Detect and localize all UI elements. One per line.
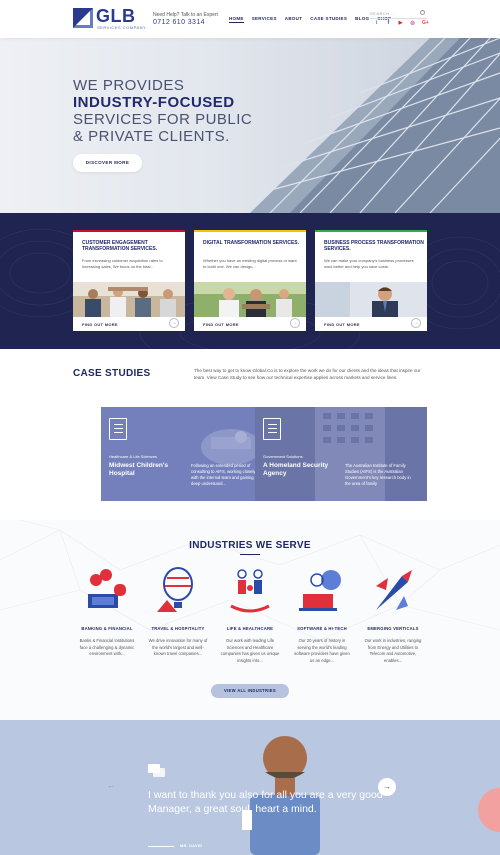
nav-case-studies[interactable]: CASE STUDIES: [310, 16, 347, 23]
industry-title: LIFE & HEALTHCARE: [226, 626, 274, 631]
industry-travel[interactable]: TRAVEL & HOSPITALITY We drive innovation…: [148, 566, 208, 658]
card-accent-bar: [194, 230, 306, 232]
card-image-meeting: [194, 282, 306, 317]
card-title: CUSTOMER ENGAGEMENT TRANSFORMATION SERVI…: [82, 240, 158, 252]
industry-desc: We drive innovation for many of the worl…: [148, 638, 208, 656]
logo-icon[interactable]: [73, 8, 93, 28]
industries-title: INDUSTRIES WE SERVE: [189, 540, 311, 551]
nav-about[interactable]: ABOUT: [285, 16, 303, 23]
card-title: DIGITAL TRANSFORMATION SERVICES.: [203, 240, 300, 246]
arrow-right-icon[interactable]: →: [169, 318, 179, 328]
industry-healthcare[interactable]: LIFE & HEALTHCARE Our work with leading …: [220, 566, 280, 664]
help-text: Need Help? Talk to an Expert: [153, 12, 218, 18]
card-title: BUSINESS PROCESS TRANSFORMATION SERVICES…: [324, 240, 424, 252]
google-plus-icon[interactable]: G+: [422, 21, 429, 26]
logo-subtitle: SERVICES COMPANY: [97, 25, 147, 30]
twitter-icon[interactable]: t: [374, 21, 379, 26]
industry-title: EMERGING VERTICALS: [367, 626, 419, 631]
hero-line-3: SERVICES FOR PUBLIC: [73, 111, 253, 128]
service-card-customer[interactable]: CUSTOMER ENGAGEMENT TRANSFORMATION SERVI…: [73, 230, 185, 331]
title-underline: [240, 554, 260, 555]
service-card-business[interactable]: BUSINESS PROCESS TRANSFORMATION SERVICES…: [315, 230, 427, 331]
document-icon: [109, 418, 127, 440]
case-study-name: Midwest Children's Hospital: [109, 462, 168, 477]
arrow-right-icon[interactable]: →: [378, 778, 396, 796]
case-study-tag: Healthcare & Life Sciences: [109, 454, 158, 459]
hero-banner: WE PROVIDES INDUSTRY-FOCUSED SERVICES FO…: [0, 38, 500, 213]
view-all-industries-button[interactable]: VIEW ALL INDUSTRIES: [211, 684, 289, 698]
rocket-icon: [368, 566, 418, 616]
card-description: From increasing customer acquisition rat…: [82, 258, 163, 269]
card-image-businessman: [315, 282, 427, 317]
case-study-desc: Following an extended period of consulti…: [191, 463, 258, 486]
youtube-icon[interactable]: ▶: [398, 21, 403, 26]
testimonial-quote: I want to thank you also for all you are…: [148, 789, 383, 815]
case-studies-description: The best way to get to know Global.Co is…: [194, 368, 421, 380]
case-study-name: A Homeland Security Agency: [263, 462, 329, 477]
hero-line-1: WE PROVIDES: [73, 77, 185, 94]
industry-title: TRAVEL & HOSPITALITY: [151, 626, 205, 631]
quote-icon: [148, 764, 165, 777]
logo-text[interactable]: GLB: [96, 6, 136, 27]
card-accent-bar: [73, 230, 185, 232]
find-out-more-link[interactable]: FIND OUT MORE: [82, 322, 118, 327]
industry-banking[interactable]: BANKING & FINANCIAL Banks & Financial In…: [77, 566, 137, 658]
industry-desc: Our 20 years of history in serving the w…: [294, 638, 350, 663]
industry-desc: Banks & Financial Institutions face a ch…: [79, 638, 135, 656]
family-icon: [225, 566, 275, 616]
card-accent-bar: [315, 230, 427, 232]
search-placeholder: SEARCH ...: [370, 11, 397, 16]
find-out-more-link[interactable]: FIND OUT MORE: [324, 322, 360, 327]
industry-emerging[interactable]: EMERGING VERTICALS Our work in industrie…: [363, 566, 423, 664]
developer-icon: [297, 566, 347, 616]
name-divider: [148, 846, 174, 847]
arrow-right-icon[interactable]: →: [290, 318, 300, 328]
social-links: t f ▶ ◎ G+: [374, 21, 429, 26]
nav-services[interactable]: SERVICES: [252, 16, 277, 23]
testimonial-author: MR. DAVID: [180, 844, 203, 848]
industry-title: BANKING & FINANCIAL: [81, 626, 133, 631]
industry-desc: Our work with leading Life Sciences and …: [220, 638, 280, 663]
case-study-desc: The Australian Institute of Family Studi…: [345, 463, 411, 486]
card-image-team: [73, 282, 185, 317]
document-icon: [263, 418, 281, 440]
industry-software[interactable]: SOFTWARE & HI-TECH Our 20 years of histo…: [292, 566, 352, 664]
arrow-left-icon[interactable]: ←: [107, 781, 115, 790]
search-icon[interactable]: [420, 10, 425, 15]
instagram-icon[interactable]: ◎: [410, 21, 415, 26]
case-study-card-homeland[interactable]: Government Solutions A Homeland Security…: [255, 407, 427, 501]
hero-line-2: INDUSTRY-FOCUSED: [73, 94, 235, 111]
nav-home[interactable]: HOME: [229, 16, 244, 23]
industry-title: SOFTWARE & HI-TECH: [297, 626, 347, 631]
card-description: Whether you have an existing digital pro…: [203, 258, 297, 269]
site-header: GLB SERVICES COMPANY Need Help? Talk to …: [0, 0, 500, 38]
service-card-digital[interactable]: DIGITAL TRANSFORMATION SERVICES. Whether…: [194, 230, 306, 331]
discover-more-button[interactable]: DISCOVER MORE: [73, 154, 142, 172]
main-nav: HOME SERVICES ABOUT CASE STUDIES BLOG SH…: [229, 16, 391, 23]
hero-line-4: & PRIVATE CLIENTS.: [73, 128, 230, 145]
card-description: We can make your company's business proc…: [324, 258, 414, 269]
phone-number[interactable]: 0712 610 3314: [153, 19, 205, 26]
hot-air-balloon-icon: [153, 566, 203, 616]
nav-blog[interactable]: BLOG: [355, 16, 369, 23]
facebook-icon[interactable]: f: [386, 21, 391, 26]
find-out-more-link[interactable]: FIND OUT MORE: [203, 322, 239, 327]
case-studies-title: CASE STUDIES: [73, 368, 151, 379]
industry-desc: Our work in industries, ranging from Ene…: [364, 638, 422, 663]
banking-icon: [82, 566, 132, 616]
case-study-card-hospital[interactable]: Healthcare & Life Sciences Midwest Child…: [101, 407, 273, 501]
case-study-tag: Government Solutions: [263, 454, 303, 459]
arrow-right-icon[interactable]: →: [411, 318, 421, 328]
